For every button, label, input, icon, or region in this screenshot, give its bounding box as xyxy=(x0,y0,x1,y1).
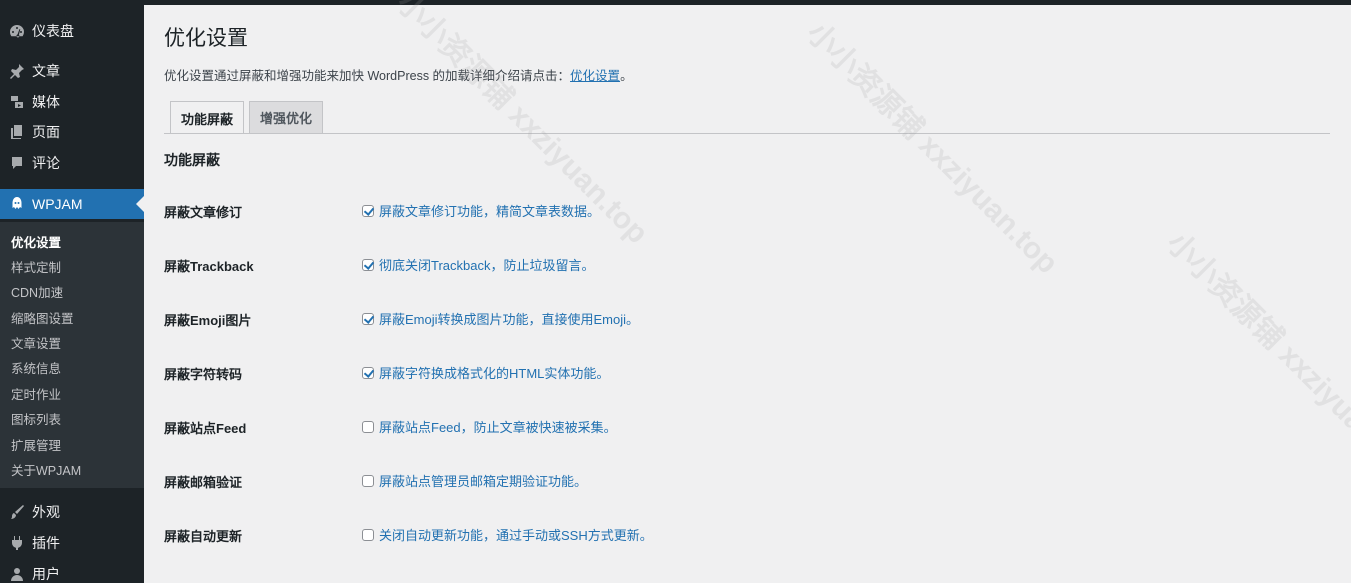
comment-icon xyxy=(8,154,26,172)
menu-item-label: WPJAM xyxy=(32,196,83,212)
page-title: 优化设置 xyxy=(164,27,248,50)
setting-label: 屏蔽Trackback xyxy=(164,259,254,274)
setting-field[interactable]: 屏蔽字符换成格式化的HTML实体功能。 xyxy=(362,363,609,382)
menu-item-users[interactable]: 用户 xyxy=(0,559,144,583)
dashboard-icon xyxy=(8,22,26,40)
menu-item-label: 页面 xyxy=(32,124,60,140)
setting-label: 屏蔽站点Feed xyxy=(164,421,247,436)
submenu-item-cdn[interactable]: CDN加速 xyxy=(11,282,63,301)
user-icon xyxy=(8,565,26,583)
setting-row-texturize: 屏蔽字符转码 屏蔽字符换成格式化的HTML实体功能。 xyxy=(164,361,1330,385)
page-icon xyxy=(8,123,26,141)
setting-row-auto-update: 屏蔽自动更新 关闭自动更新功能，通过手动或SSH方式更新。 xyxy=(164,523,1330,547)
submenu-item-cron[interactable]: 定时作业 xyxy=(11,384,61,403)
main-content: 优化设置 优化设置通过屏蔽和增强功能来加快 WordPress 的加载详细介绍请… xyxy=(164,0,1334,583)
setting-label: 屏蔽字符转码 xyxy=(164,367,243,382)
submenu-item-style[interactable]: 样式定制 xyxy=(11,257,61,276)
setting-field[interactable]: 关闭自动更新功能，通过手动或SSH方式更新。 xyxy=(362,525,653,544)
setting-label: 屏蔽自动更新 xyxy=(164,529,243,544)
auto-update-checkbox[interactable] xyxy=(362,528,374,541)
setting-row-emoji: 屏蔽Emoji图片 屏蔽Emoji转换成图片功能，直接使用Emoji。 xyxy=(164,307,1330,331)
admin-email-checkbox[interactable] xyxy=(362,474,374,487)
optimize-settings-link[interactable]: 优化设置 xyxy=(570,69,620,83)
menu-item-label: 用户 xyxy=(32,566,60,582)
setting-field[interactable]: 屏蔽Emoji转换成图片功能，直接使用Emoji。 xyxy=(362,309,639,328)
submenu-item-extensions[interactable]: 扩展管理 xyxy=(11,435,61,454)
setting-description[interactable]: 彻底关闭Trackback，防止垃圾留言。 xyxy=(379,255,594,274)
revisions-checkbox[interactable] xyxy=(362,204,374,217)
setting-label: 屏蔽文章修订 xyxy=(164,205,243,220)
menu-item-label: 外观 xyxy=(32,504,60,520)
wpjam-icon xyxy=(8,195,26,213)
menu-item-pages[interactable]: 页面 xyxy=(0,117,144,147)
submenu-item-thumbnail[interactable]: 缩略图设置 xyxy=(11,308,74,327)
plugin-icon xyxy=(8,534,26,552)
setting-label: 屏蔽邮箱验证 xyxy=(164,475,243,490)
setting-description[interactable]: 屏蔽站点Feed，防止文章被快速被采集。 xyxy=(379,417,617,436)
admin-sidebar: 仪表盘 文章 媒体 页面 评论 WPJAM 优化设置 样式定制 CDN加速 缩略… xyxy=(0,0,144,583)
setting-field[interactable]: 屏蔽站点Feed，防止文章被快速被采集。 xyxy=(362,417,617,436)
setting-row-revisions: 屏蔽文章修订 屏蔽文章修订功能，精简文章表数据。 xyxy=(164,199,1330,223)
settings-tabs: 功能屏蔽 增强优化 xyxy=(170,101,328,134)
brush-icon xyxy=(8,503,26,521)
setting-description[interactable]: 屏蔽文章修订功能，精简文章表数据。 xyxy=(379,201,600,220)
pin-icon xyxy=(8,62,26,80)
setting-description[interactable]: 屏蔽字符换成格式化的HTML实体功能。 xyxy=(379,363,609,382)
submenu-item-post-settings[interactable]: 文章设置 xyxy=(11,333,61,352)
submenu-item-system-info[interactable]: 系统信息 xyxy=(11,358,61,377)
setting-description[interactable]: 屏蔽Emoji转换成图片功能，直接使用Emoji。 xyxy=(379,309,639,328)
menu-item-label: 媒体 xyxy=(32,94,60,110)
menu-item-label: 插件 xyxy=(32,535,60,551)
texturize-checkbox[interactable] xyxy=(362,366,374,379)
feed-checkbox[interactable] xyxy=(362,420,374,433)
setting-field[interactable]: 彻底关闭Trackback，防止垃圾留言。 xyxy=(362,255,594,274)
menu-item-posts[interactable]: 文章 xyxy=(0,56,144,86)
setting-row-feed: 屏蔽站点Feed 屏蔽站点Feed，防止文章被快速被采集。 xyxy=(164,415,1330,439)
page-description-text: 优化设置通过屏蔽和增强功能来加快 WordPress 的加载详细介绍请点击： xyxy=(164,69,571,83)
tab-feature-block[interactable]: 功能屏蔽 xyxy=(170,101,245,134)
wpjam-submenu: 优化设置 样式定制 CDN加速 缩略图设置 文章设置 系统信息 定时作业 图标列… xyxy=(0,222,144,488)
media-icon xyxy=(8,93,26,111)
menu-item-appearance[interactable]: 外观 xyxy=(0,497,144,527)
setting-field[interactable]: 屏蔽站点管理员邮箱定期验证功能。 xyxy=(362,471,587,490)
trackback-checkbox[interactable] xyxy=(362,258,374,271)
menu-item-dashboard[interactable]: 仪表盘 xyxy=(0,16,144,46)
setting-row-trackback: 屏蔽Trackback 彻底关闭Trackback，防止垃圾留言。 xyxy=(164,253,1330,277)
menu-item-media[interactable]: 媒体 xyxy=(0,87,144,117)
setting-field[interactable]: 屏蔽文章修订功能，精简文章表数据。 xyxy=(362,201,600,220)
page-description-suffix: 。 xyxy=(620,69,633,83)
menu-item-label: 评论 xyxy=(32,155,60,171)
menu-item-plugins[interactable]: 插件 xyxy=(0,528,144,558)
menu-item-label: 仪表盘 xyxy=(32,23,74,39)
setting-description[interactable]: 屏蔽站点管理员邮箱定期验证功能。 xyxy=(379,471,587,490)
submenu-item-optimize[interactable]: 优化设置 xyxy=(11,232,61,251)
section-title: 功能屏蔽 xyxy=(164,152,220,168)
page-description: 优化设置通过屏蔽和增强功能来加快 WordPress 的加载详细介绍请点击：优化… xyxy=(164,65,633,84)
setting-label: 屏蔽Emoji图片 xyxy=(164,313,252,328)
menu-item-comments[interactable]: 评论 xyxy=(0,148,144,178)
tab-enhance[interactable]: 增强优化 xyxy=(249,101,324,133)
menu-item-label: 文章 xyxy=(32,63,60,79)
tabs-divider xyxy=(164,133,1330,134)
submenu-item-about[interactable]: 关于WPJAM xyxy=(11,460,81,479)
submenu-item-icons[interactable]: 图标列表 xyxy=(11,409,61,428)
emoji-checkbox[interactable] xyxy=(362,312,374,325)
setting-row-admin-email: 屏蔽邮箱验证 屏蔽站点管理员邮箱定期验证功能。 xyxy=(164,469,1330,493)
menu-item-wpjam[interactable]: WPJAM xyxy=(0,189,144,219)
setting-description[interactable]: 关闭自动更新功能，通过手动或SSH方式更新。 xyxy=(379,525,653,544)
